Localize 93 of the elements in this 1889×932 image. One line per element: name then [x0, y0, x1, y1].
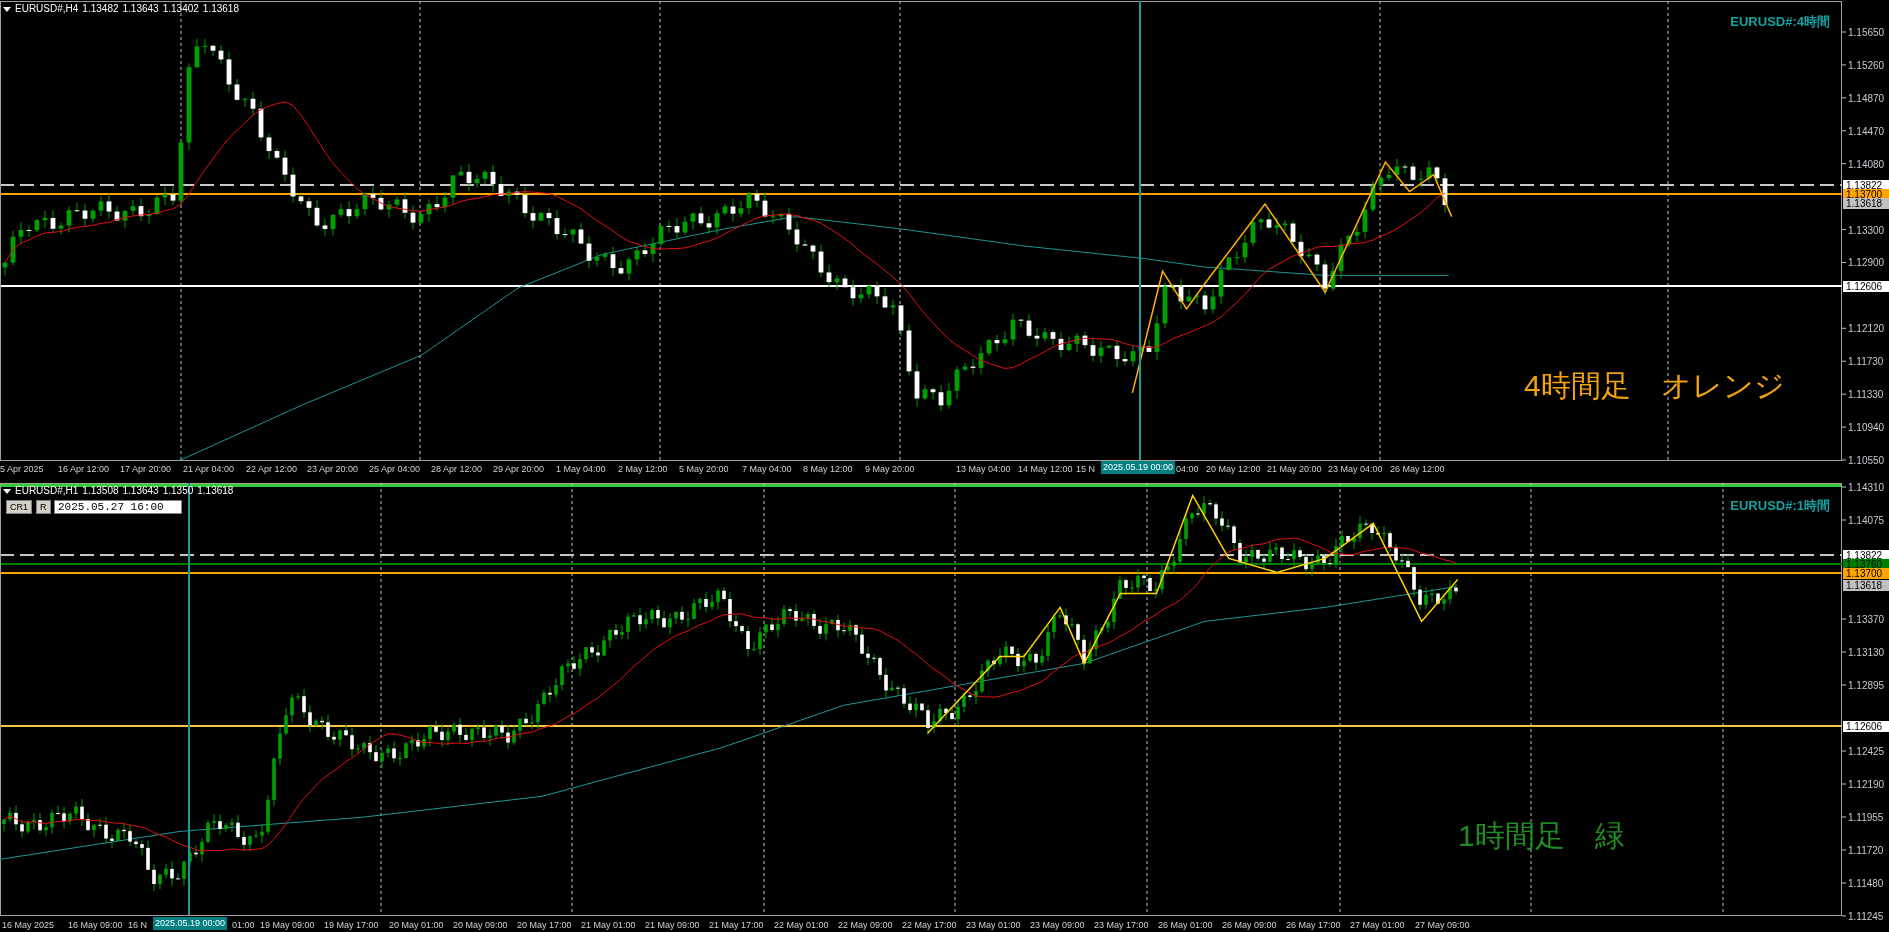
time-label: 5 Apr 2025 [0, 464, 44, 474]
time-label: 19 May 09:00 [260, 920, 315, 930]
time-label: 21 Apr 04:00 [183, 464, 235, 474]
time-label: 22 Apr 12:00 [246, 464, 298, 474]
price-label: 1.15260 [1848, 59, 1885, 71]
price-tag: 1.12606 [1843, 721, 1889, 732]
time-label: 26 May 09:00 [1222, 920, 1277, 930]
dropdown-icon[interactable] [3, 6, 11, 12]
time-label: 25 Apr 04:00 [369, 464, 421, 474]
price-label: 1.14470 [1848, 125, 1885, 137]
price-label: 1.14310 [1848, 482, 1885, 493]
price-label: 1.15650 [1848, 27, 1885, 38]
price-label: 1.11720 [1848, 845, 1884, 856]
price-label: 1.13300 [1848, 224, 1885, 236]
price-label: 1.13370 [1848, 614, 1885, 625]
time-label: 19 May 17:00 [324, 920, 379, 930]
time-label: 23 Apr 20:00 [307, 464, 359, 474]
time-label: 17 Apr 20:00 [120, 464, 172, 474]
time-label: 23 May 17:00 [1094, 920, 1149, 930]
time-label: 22 May 01:00 [774, 920, 829, 930]
time-label: 04:00 [1176, 464, 1199, 474]
price-label: 1.12425 [1848, 746, 1885, 757]
chart-title: EURUSD#:4時間 [1730, 13, 1830, 31]
time-label: 26 May 12:00 [1390, 464, 1445, 474]
time-label: 20 May 17:00 [517, 920, 572, 930]
time-label: 1 May 04:00 [556, 464, 606, 474]
price-label: 1.12120 [1848, 323, 1885, 335]
time-label: 21 May 09:00 [645, 920, 700, 930]
chart-note: 1時間足 緑 [1458, 818, 1625, 854]
toolbar-button[interactable]: R [36, 500, 51, 514]
time-label: 26 May 17:00 [1286, 920, 1341, 930]
price-label: 1.10940 [1848, 422, 1885, 434]
time-label: 23 May 04:00 [1328, 464, 1383, 474]
time-label: 27 May 01:00 [1350, 920, 1405, 930]
time-label: 21 May 20:00 [1267, 464, 1322, 474]
toolbar-button[interactable]: CR1 [6, 500, 32, 514]
time-label: 14 May 12:00 [1018, 464, 1073, 474]
price-label: 1.12900 [1848, 257, 1885, 269]
price-label: 1.11955 [1848, 812, 1884, 823]
price-tag: 1.13618 [1843, 198, 1889, 209]
chart-note: 4時間足 オレンジ [1524, 368, 1785, 404]
time-label: 20 May 09:00 [453, 920, 508, 930]
price-label: 1.13130 [1848, 647, 1885, 658]
time-label: 5 May 20:00 [679, 464, 729, 474]
time-label: 16 May 09:00 [68, 920, 123, 930]
time-cursor-label: 2025.05.19 00:00 [153, 917, 228, 930]
time-label: 16 May 2025 [2, 920, 55, 930]
time-label: 15 N [1076, 464, 1095, 474]
time-label: 20 May 12:00 [1206, 464, 1261, 474]
price-value: 1.13643 [122, 3, 159, 15]
time-label: 01:00 [232, 920, 255, 930]
price-label: 1.12895 [1848, 680, 1885, 691]
time-label: 16 Apr 12:00 [58, 464, 110, 474]
time-label: 7 May 04:00 [742, 464, 792, 474]
price-value: 1.13508 [82, 485, 119, 497]
chart-symbol: EURUSD#,H4 [15, 3, 79, 15]
time-label: 9 May 20:00 [865, 464, 915, 474]
price-label: 1.11480 [1848, 878, 1884, 889]
time-label: 23 May 09:00 [1030, 920, 1085, 930]
price-value: 1.13618 [197, 485, 234, 497]
price-tag: 1.13618 [1843, 580, 1889, 591]
price-label: 1.12190 [1848, 779, 1885, 790]
time-label: 13 May 04:00 [956, 464, 1011, 474]
chart-symbol: EURUSD#,H1 [15, 485, 79, 497]
time-label: 23 May 01:00 [966, 920, 1021, 930]
time-label: 8 May 12:00 [803, 464, 853, 474]
time-label: 22 May 09:00 [838, 920, 893, 930]
price-label: 1.11330 [1848, 389, 1884, 401]
time-label: 27 May 09:00 [1415, 920, 1470, 930]
price-value: 1.13618 [202, 3, 239, 15]
price-tag: 1.13700 [1843, 568, 1889, 579]
time-label: 20 May 01:00 [389, 920, 444, 930]
price-tag: 1.12606 [1843, 281, 1889, 292]
chart-title: EURUSD#:1時間 [1730, 497, 1830, 515]
price-label: 1.10550 [1848, 455, 1885, 466]
price-value: 1.13402 [162, 3, 199, 15]
time-label: 21 May 17:00 [709, 920, 764, 930]
price-label: 1.14870 [1848, 92, 1885, 104]
price-label: 1.14080 [1848, 158, 1885, 170]
time-label: 26 May 01:00 [1158, 920, 1213, 930]
price-value: 1.13482 [82, 3, 119, 15]
time-label: 2 May 12:00 [618, 464, 668, 474]
price-value: 1.13643 [122, 485, 159, 497]
time-label: 21 May 01:00 [581, 920, 636, 930]
time-label: 28 Apr 12:00 [431, 464, 483, 474]
time-cursor-label: 2025.05.19 00:00 [1101, 461, 1176, 474]
price-label: 1.14075 [1848, 515, 1885, 526]
time-label: 29 Apr 20:00 [493, 464, 545, 474]
price-label: 1.11245 [1848, 911, 1884, 922]
date-field[interactable]: 2025.05.27 16:00 [54, 500, 182, 514]
time-label: 16 N [128, 920, 147, 930]
time-label: 22 May 17:00 [902, 920, 957, 930]
price-label: 1.11730 [1848, 356, 1884, 368]
